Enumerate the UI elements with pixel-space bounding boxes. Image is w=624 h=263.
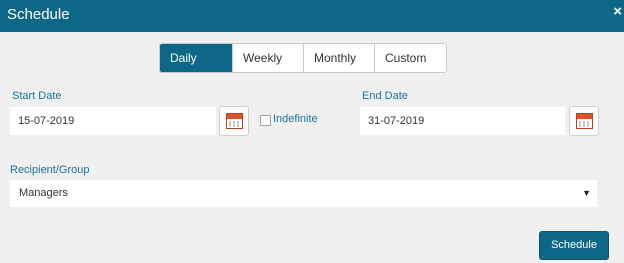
tab-weekly[interactable]: Weekly bbox=[232, 44, 303, 72]
frequency-tabs: Daily Weekly Monthly Custom bbox=[159, 43, 447, 73]
end-date-calendar-button[interactable] bbox=[569, 106, 599, 136]
calendar-icon bbox=[576, 113, 593, 129]
dialog-title: Schedule bbox=[7, 6, 70, 23]
dialog-header: Schedule × bbox=[0, 0, 624, 32]
recipient-group-label: Recipient/Group bbox=[10, 164, 90, 176]
calendar-icon bbox=[226, 113, 243, 129]
tab-daily[interactable]: Daily bbox=[160, 44, 232, 72]
recipient-group-value: Managers bbox=[19, 187, 68, 199]
indefinite-checkbox[interactable] bbox=[260, 115, 271, 126]
start-date-input[interactable]: 15-07-2019 bbox=[10, 107, 216, 135]
end-date-label: End Date bbox=[362, 90, 408, 102]
tab-monthly[interactable]: Monthly bbox=[303, 44, 374, 72]
schedule-button[interactable]: Schedule bbox=[539, 231, 609, 260]
close-icon[interactable]: × bbox=[613, 3, 622, 21]
end-date-input[interactable]: 31-07-2019 bbox=[360, 107, 565, 135]
start-date-label: Start Date bbox=[12, 90, 62, 102]
dropdown-arrow-icon: ▼ bbox=[582, 188, 591, 198]
tab-custom[interactable]: Custom bbox=[374, 44, 446, 72]
start-date-calendar-button[interactable] bbox=[219, 106, 249, 136]
indefinite-label: Indefinite bbox=[273, 113, 318, 125]
recipient-group-select[interactable]: Managers ▼ bbox=[10, 180, 597, 207]
